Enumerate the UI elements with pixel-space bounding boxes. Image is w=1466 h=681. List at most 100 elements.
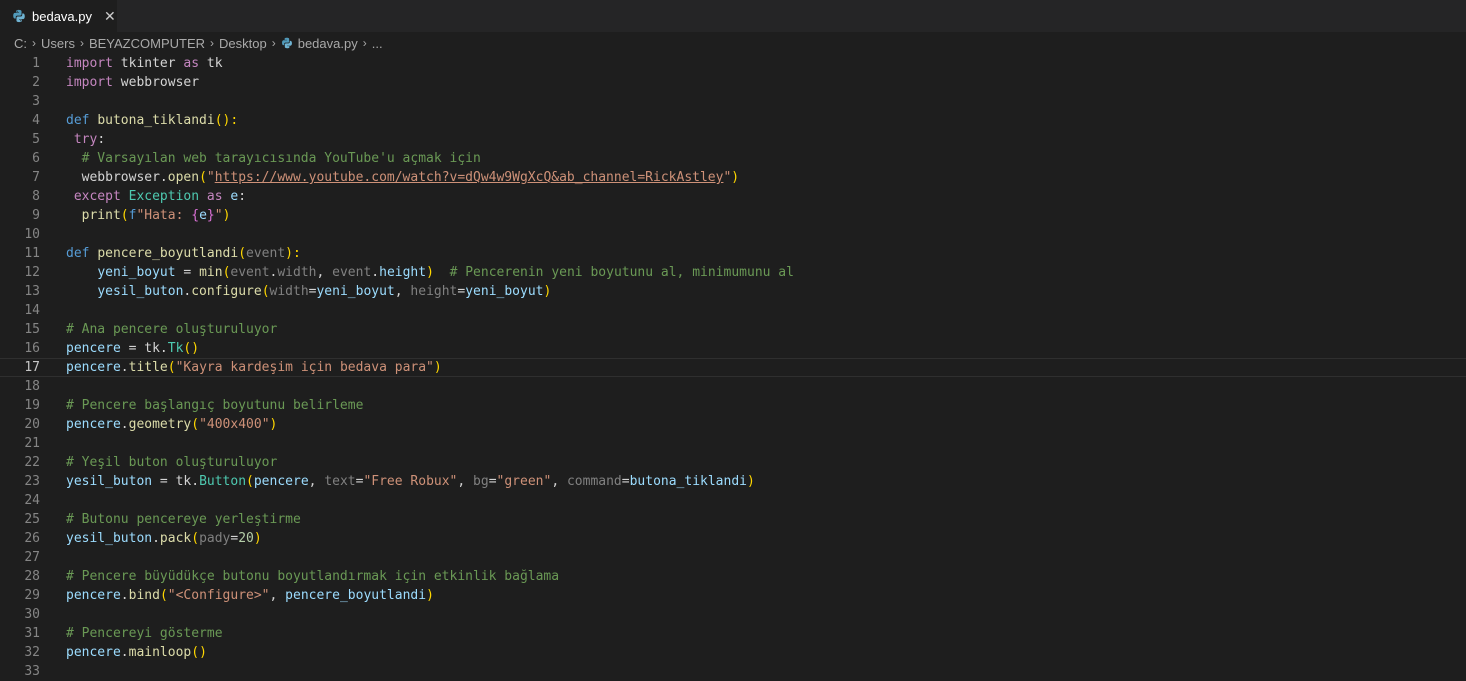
- code-token: ": [214, 208, 223, 223]
- code-token: :: [238, 189, 247, 204]
- code-line[interactable]: 28 # Pencere büyüdükçe butonu boyutlandır…: [0, 567, 1466, 586]
- line-number: 32: [24, 645, 40, 660]
- code-line[interactable]: 8 except Exception as e:: [0, 187, 1466, 206]
- code-token: event: [332, 265, 372, 280]
- code-token: (: [191, 531, 200, 546]
- code-line[interactable]: 14: [0, 301, 1466, 320]
- code-line[interactable]: 11 def pencere_boyutlandi(event):: [0, 244, 1466, 263]
- line-number: 10: [24, 227, 40, 242]
- breadcrumb-item-desktop[interactable]: Desktop: [219, 36, 267, 51]
- code-text: except Exception as e:: [66, 187, 246, 206]
- line-number: 16: [24, 341, 40, 356]
- code-token: # Ana pencere oluşturuluyor: [66, 322, 278, 337]
- code-line[interactable]: 27: [0, 548, 1466, 567]
- tab-filename: bedava.py: [32, 8, 92, 24]
- code-token: pencere: [66, 645, 121, 660]
- code-line[interactable]: 29 pencere.bind("<Configure>", pencere_bo…: [0, 586, 1466, 605]
- code-token: tkinter: [112, 56, 184, 71]
- code-text: # Pencere büyüdükçe butonu boyutlandırma…: [66, 567, 559, 586]
- code-token: ): [747, 474, 755, 489]
- code-line[interactable]: 10: [0, 225, 1466, 244]
- line-number: 5: [32, 132, 40, 147]
- code-line[interactable]: 32 pencere.mainloop(): [0, 643, 1466, 662]
- line-number: 31: [24, 626, 40, 641]
- line-number: 9: [32, 208, 40, 223]
- code-token: .: [120, 588, 129, 603]
- line-number: 11: [24, 246, 40, 261]
- code-token: text: [324, 474, 356, 489]
- code-line[interactable]: 26 yesil_buton.pack(pady=20): [0, 529, 1466, 548]
- code-line[interactable]: 15 # Ana pencere oluşturuluyor: [0, 320, 1466, 339]
- code-line[interactable]: 24: [0, 491, 1466, 510]
- code-token: ():: [214, 113, 239, 128]
- code-line[interactable]: 1 import tkinter as tk: [0, 54, 1466, 73]
- code-line[interactable]: 12 yeni_boyut = min(event.width, event.h…: [0, 263, 1466, 282]
- code-line[interactable]: 17 pencere.title("Kayra kardeşim için bed…: [0, 358, 1466, 377]
- code-token: def: [66, 113, 90, 128]
- code-token: ): [269, 417, 278, 432]
- breadcrumb-item-drive[interactable]: C:: [14, 36, 27, 51]
- code-line[interactable]: 6 # Varsayılan web tarayıcısında YouTube…: [0, 149, 1466, 168]
- line-number: 26: [24, 531, 40, 546]
- code-text: pencere.geometry("400x400"): [66, 415, 277, 434]
- code-line[interactable]: 31 # Pencereyi gösterme: [0, 624, 1466, 643]
- code-token: bg: [473, 474, 489, 489]
- code-token: ,: [269, 588, 286, 603]
- code-line[interactable]: 13 yesil_buton.configure(width=yeni_boyu…: [0, 282, 1466, 301]
- code-token: yesil_buton: [97, 284, 184, 299]
- code-token: ): [253, 531, 262, 546]
- line-number: 4: [32, 113, 40, 128]
- chevron-right-icon: ›: [362, 36, 367, 50]
- code-line[interactable]: 25 # Butonu pencereye yerleştirme: [0, 510, 1466, 529]
- code-line[interactable]: 9 print(f"Hata: {e}"): [0, 206, 1466, 225]
- code-line[interactable]: 5 try:: [0, 130, 1466, 149]
- code-token: (: [261, 284, 270, 299]
- code-line[interactable]: 22 # Yeşil buton oluşturuluyor: [0, 453, 1466, 472]
- line-number: 7: [32, 170, 40, 185]
- breadcrumb-item-users[interactable]: Users: [41, 36, 75, 51]
- breadcrumb-item-symbols[interactable]: ...: [372, 36, 383, 51]
- code-token: bind: [128, 588, 160, 603]
- line-number: 23: [24, 474, 40, 489]
- code-token: :: [97, 132, 106, 147]
- close-icon[interactable]: ✕: [104, 8, 116, 25]
- line-number: 8: [32, 189, 40, 204]
- line-number: 29: [24, 588, 40, 603]
- code-token: (): [183, 341, 200, 356]
- python-file-icon: [281, 37, 292, 49]
- code-token: import: [66, 75, 113, 90]
- line-number: 27: [24, 550, 40, 565]
- code-token: butona_tiklandi: [629, 474, 747, 489]
- breadcrumb-item-file[interactable]: bedava.py: [298, 36, 358, 51]
- code-token: webbrowser: [112, 75, 200, 90]
- code-line[interactable]: 30: [0, 605, 1466, 624]
- code-line[interactable]: 19 # Pencere başlangıç boyutunu belirleme: [0, 396, 1466, 415]
- code-token: ,: [308, 474, 325, 489]
- code-line[interactable]: 3: [0, 92, 1466, 111]
- code-token: pack: [159, 531, 192, 546]
- code-token: "400x400": [199, 417, 270, 432]
- code-token: event: [230, 265, 270, 280]
- line-number: 6: [32, 151, 40, 166]
- code-line[interactable]: 2 import webbrowser: [0, 73, 1466, 92]
- code-line[interactable]: 33: [0, 662, 1466, 681]
- code-token: =: [175, 265, 200, 280]
- breadcrumb-item-user[interactable]: BEYAZCOMPUTER: [89, 36, 205, 51]
- code-editor[interactable]: 1 import tkinter as tk 2 import webbrowser 3…: [0, 54, 1466, 681]
- code-text: # Varsayılan web tarayıcısında YouTube'u…: [66, 149, 481, 168]
- code-line[interactable]: 16 pencere = tk.Tk(): [0, 339, 1466, 358]
- code-line[interactable]: 4 def butona_tiklandi():: [0, 111, 1466, 130]
- code-line[interactable]: 23 yesil_buton = tk.Button(pencere, text =…: [0, 472, 1466, 491]
- code-line[interactable]: 7 webbrowser.open("https://www.youtube.c…: [0, 168, 1466, 187]
- code-line[interactable]: 18: [0, 377, 1466, 396]
- code-line[interactable]: 21: [0, 434, 1466, 453]
- code-token: ): [543, 284, 552, 299]
- code-line[interactable]: 20 pencere.geometry("400x400"): [0, 415, 1466, 434]
- code-token: ,: [551, 474, 567, 489]
- code-token: pencere: [66, 360, 121, 375]
- code-token: yeni_boyut: [316, 284, 395, 299]
- code-token: "<Configure>": [167, 588, 270, 603]
- tab-bedava-py[interactable]: bedava.py ✕: [0, 0, 118, 32]
